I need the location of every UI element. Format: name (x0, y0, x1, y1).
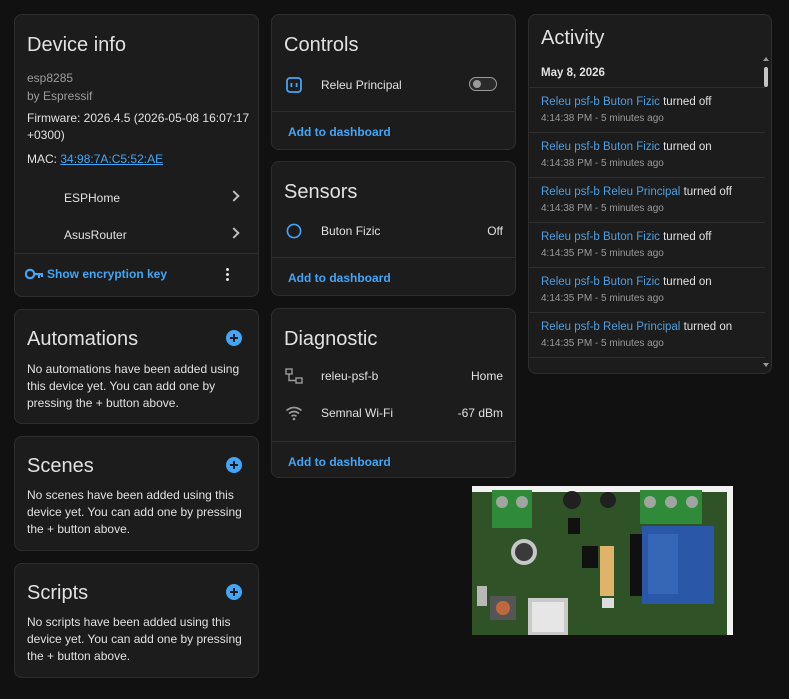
controls-add-to-dashboard-button[interactable]: Add to dashboard (288, 125, 391, 139)
scroll-thumb[interactable] (764, 67, 768, 87)
entity-label: Releu Principal (321, 78, 402, 92)
diagnostic-card: Diagnostic releu-psf-b Home Semnal Wi-Fi… (271, 308, 516, 478)
device-info-card: Device info esp8285 by Espressif Firmwar… (14, 14, 259, 297)
device-manufacturer: by Espressif (27, 89, 93, 103)
entity-label: Buton Fizic (321, 224, 381, 238)
lan-icon (285, 368, 303, 384)
add-scene-button[interactable] (226, 457, 242, 473)
entity-state: Off (487, 224, 503, 238)
wifi-icon (286, 406, 302, 421)
device-photo (472, 486, 733, 635)
divider (529, 177, 765, 178)
scenes-description: No scenes have been added using this dev… (27, 488, 242, 536)
releu-principal-toggle[interactable] (469, 77, 497, 91)
add-script-button[interactable] (226, 584, 242, 600)
mac-link[interactable]: 34:98:7A:C5:52:AE (60, 152, 163, 166)
activity-entry[interactable]: Releu psf-b Releu Principal turned on 4:… (541, 321, 761, 349)
divider (272, 441, 515, 442)
sensors-card: Sensors Buton Fizic Off Add to dashboard (271, 161, 516, 296)
automations-description: No automations have been added using thi… (27, 362, 240, 410)
chevron-right-icon (228, 227, 240, 239)
more-options-icon[interactable] (226, 268, 230, 282)
divider (272, 257, 515, 258)
diagnostic-title: Diagnostic (284, 328, 378, 350)
nav-item-asusrouter[interactable]: AsusRouter (15, 217, 258, 253)
activity-entry[interactable]: Releu psf-b Releu Principal turned off 4… (541, 186, 761, 214)
sensors-add-to-dashboard-button[interactable]: Add to dashboard (288, 271, 391, 285)
entity-label: releu-psf-b (321, 369, 379, 383)
entity-row-releu-principal[interactable]: Releu Principal (272, 73, 515, 97)
activity-entry[interactable]: Releu psf-b Buton Fizic turned on 4:14:3… (541, 276, 761, 304)
divider (272, 111, 515, 112)
diagnostic-add-to-dashboard-button[interactable]: Add to dashboard (288, 455, 391, 469)
automations-title: Automations (27, 328, 139, 350)
nav-item-esphome[interactable]: ESPHome (15, 180, 258, 216)
divider (529, 87, 765, 88)
outlet-icon (286, 77, 302, 93)
divider (529, 222, 765, 223)
key-icon (25, 268, 43, 280)
divider (529, 357, 765, 358)
divider (529, 267, 765, 268)
activity-entry[interactable]: Releu psf-b Buton Fizic turned on 4:14:3… (541, 141, 761, 169)
automations-card: Automations No automations have been add… (14, 309, 259, 424)
scripts-title: Scripts (27, 582, 89, 604)
divider (529, 312, 765, 313)
divider (15, 253, 258, 254)
add-automation-button[interactable] (226, 330, 242, 346)
chevron-right-icon (228, 190, 240, 202)
entity-state: -67 dBm (457, 406, 503, 420)
activity-scrollbar[interactable] (762, 57, 770, 367)
scripts-card: Scripts No scripts have been added using… (14, 563, 259, 678)
divider (529, 132, 765, 133)
controls-card: Controls Releu Principal Add to dashboar… (271, 14, 516, 150)
entity-state: Home (470, 369, 503, 383)
controls-title: Controls (284, 34, 359, 56)
entity-row-buton-fizic[interactable]: Buton Fizic Off (272, 219, 515, 243)
relay-board-image (472, 486, 733, 635)
nav-item-label: ESPHome (64, 191, 121, 205)
scripts-description: No scripts have been added using this de… (27, 615, 242, 663)
activity-date: May 8, 2026 (541, 67, 605, 79)
firmware-info: Firmware: 2026.4.5 (2026-05-08 16:07:17 … (27, 111, 250, 142)
nav-item-label: AsusRouter (64, 228, 127, 242)
scroll-down-icon[interactable] (763, 363, 769, 367)
sensors-title: Sensors (284, 181, 358, 203)
show-encryption-key-button[interactable]: Show encryption key (25, 267, 167, 281)
device-model: esp8285 (27, 71, 74, 85)
scroll-up-icon[interactable] (763, 57, 769, 61)
entity-row-semnal-wifi[interactable]: Semnal Wi-Fi -67 dBm (272, 401, 515, 425)
activity-card: Activity May 8, 2026 Releu psf-b Buton F… (528, 14, 772, 374)
radiobox-icon (286, 223, 302, 239)
scenes-card: Scenes No scenes have been added using t… (14, 436, 259, 551)
mac-info: MAC: 34:98:7A:C5:52:AE (27, 152, 164, 166)
scenes-title: Scenes (27, 455, 94, 477)
entity-label: Semnal Wi-Fi (321, 406, 394, 420)
activity-entry[interactable]: Releu psf-b Buton Fizic turned off 4:14:… (541, 96, 761, 124)
device-info-title: Device info (27, 34, 126, 56)
activity-title: Activity (541, 27, 605, 49)
activity-entry[interactable]: Releu psf-b Buton Fizic turned off 4:14:… (541, 231, 761, 259)
entity-row-releu-psf-b[interactable]: releu-psf-b Home (272, 364, 515, 388)
